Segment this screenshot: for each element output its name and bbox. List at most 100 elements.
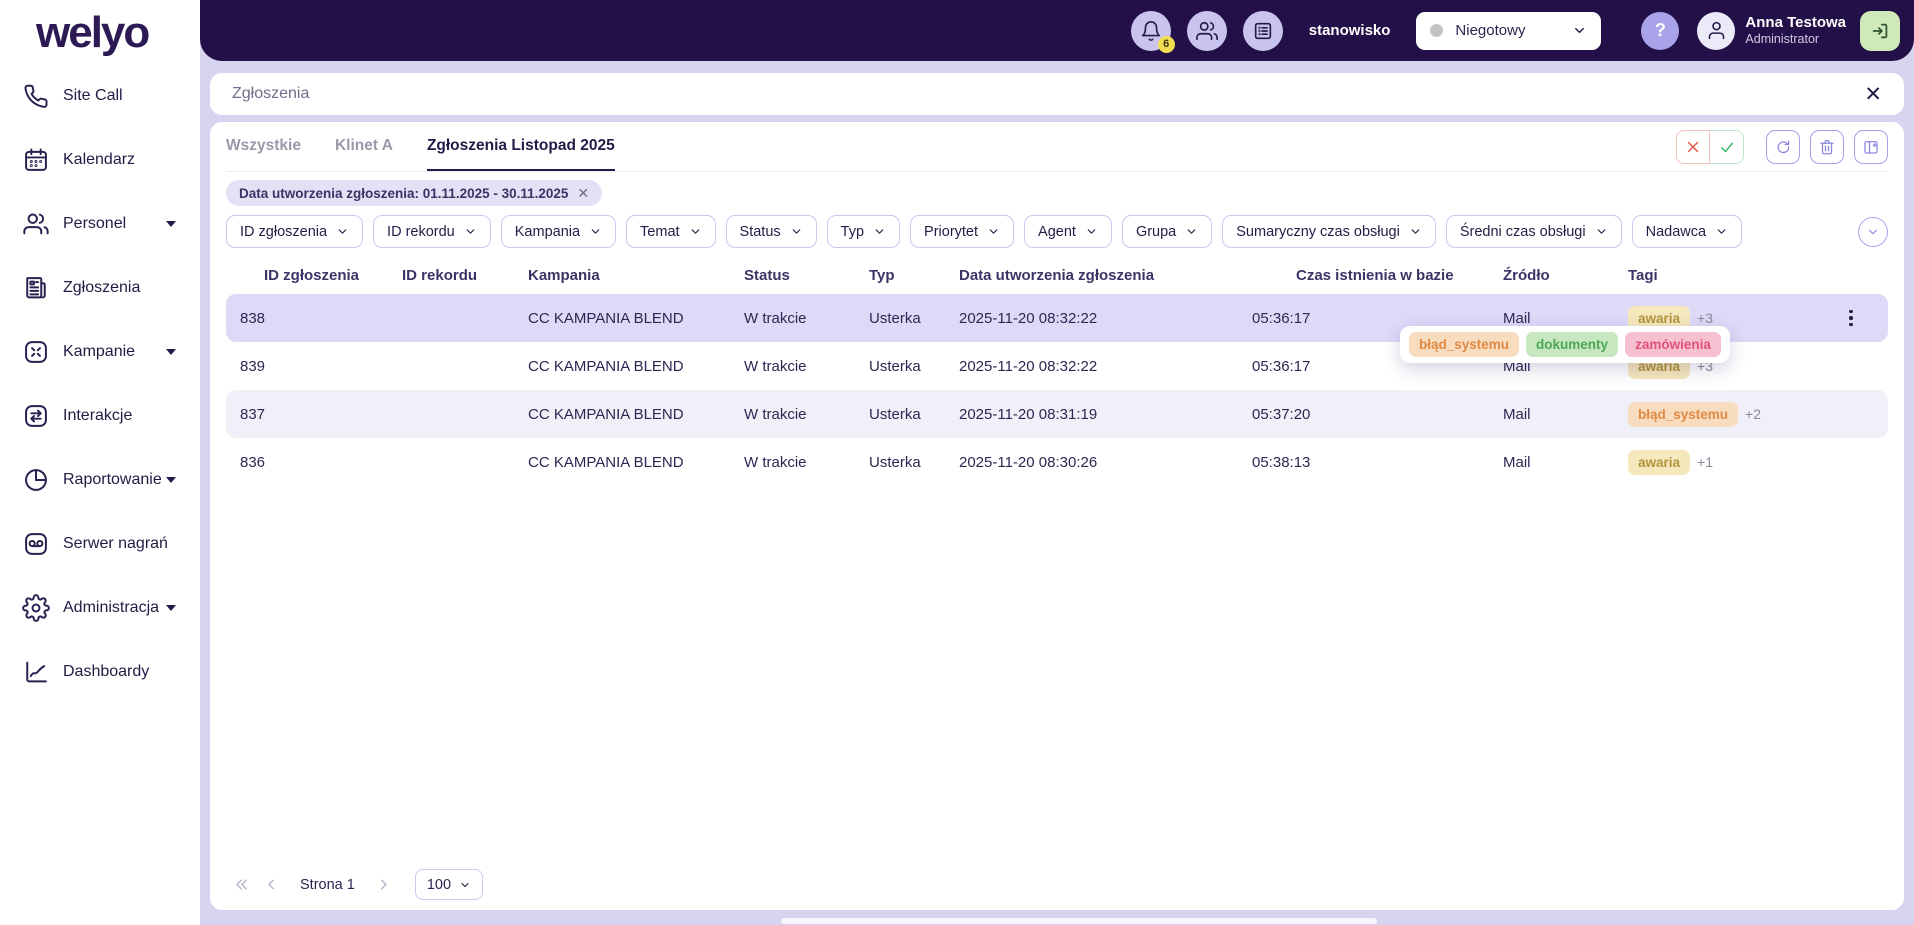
welyo-logo: welyo — [0, 0, 200, 58]
cell: W trakcie — [744, 454, 869, 471]
accept-button[interactable] — [1710, 130, 1744, 164]
notifications-badge: 6 — [1158, 36, 1175, 53]
sidebar-item-kalendarz[interactable]: Kalendarz — [22, 138, 200, 182]
tag-dokumenty[interactable]: dokumenty — [1526, 332, 1618, 357]
filter-typ[interactable]: Typ — [827, 215, 900, 248]
table-row-836[interactable]: 836CC KAMPANIA BLENDW trakcieUsterka2025… — [226, 438, 1888, 486]
tag-blad[interactable]: błąd_systemu — [1628, 402, 1738, 427]
columns-button[interactable] — [1854, 130, 1888, 164]
agents-button[interactable] — [1187, 11, 1227, 51]
avatar[interactable] — [1697, 12, 1735, 50]
check-icon — [1718, 138, 1736, 156]
tag-blad[interactable]: błąd_systemu — [1409, 332, 1519, 357]
status-dot — [1430, 24, 1443, 37]
filter-label: Typ — [841, 224, 864, 240]
chevron-down-icon — [1185, 225, 1198, 238]
sidebar-item-site-call[interactable]: Site Call — [22, 74, 200, 118]
first-page-button[interactable] — [226, 870, 256, 900]
caret-down-icon — [166, 605, 176, 611]
page-title: Zgłoszenia — [232, 85, 309, 103]
filter-id-rekordu[interactable]: ID rekordu — [373, 215, 491, 248]
sidebar-item-interakcje[interactable]: Interakcje — [22, 394, 200, 438]
filter-label: Status — [740, 224, 781, 240]
sidebar-item-administracja[interactable]: Administracja — [22, 586, 200, 630]
cell: Usterka — [869, 454, 959, 471]
cell: 05:36:17 — [1252, 310, 1503, 327]
cell: 05:37:20 — [1252, 406, 1503, 423]
agent-status-select[interactable]: Niegotowy — [1416, 12, 1601, 50]
table-row-837[interactable]: 837CC KAMPANIA BLENDW trakcieUsterka2025… — [226, 390, 1888, 438]
sidebar-item-serwer-nagrań[interactable]: Serwer nagrań — [22, 522, 200, 566]
filter-label: Sumaryczny czas obsługi — [1236, 224, 1400, 240]
people-icon — [22, 210, 50, 238]
filter-sumaryczny-czas-obsługi[interactable]: Sumaryczny czas obsługi — [1222, 215, 1436, 248]
sidebar-item-raportowanie[interactable]: Raportowanie — [22, 458, 200, 502]
cell: 837 — [226, 406, 402, 423]
row-menu-button[interactable] — [1836, 303, 1866, 333]
active-filter-row: Data utworzenia zgłoszenia: 01.11.2025 -… — [226, 180, 1888, 206]
filter-label: Temat — [640, 224, 680, 240]
next-page-button[interactable] — [369, 870, 399, 900]
horizontal-scrollbar[interactable] — [781, 918, 1377, 924]
more-tags-count[interactable]: +2 — [1745, 406, 1761, 422]
sidebar-nav: Site Call Kalendarz Personel Zgłoszenia Kamp… — [0, 74, 200, 694]
page-size-select[interactable]: 100 — [415, 869, 483, 900]
user-role: Administrator — [1745, 32, 1846, 47]
tabs-row: Wszystkie Klinet A Zgłoszenia Listopad 202… — [226, 122, 1888, 172]
column-header-tagi: Tagi — [1628, 267, 1824, 284]
cell: Usterka — [869, 358, 959, 375]
chevron-down-icon — [589, 225, 602, 238]
filter-temat[interactable]: Temat — [626, 215, 716, 248]
sidebar-item-label: Serwer nagrań — [63, 535, 168, 553]
help-button[interactable]: ? — [1641, 12, 1679, 50]
sidebar-item-dashboardy[interactable]: Dashboardy — [22, 650, 200, 694]
close-page-icon[interactable]: ✕ — [1864, 84, 1882, 105]
expand-filters-button[interactable] — [1858, 217, 1888, 247]
pie-icon — [22, 466, 50, 494]
page-size-value: 100 — [427, 877, 451, 893]
user-name: Anna Testowa — [1745, 14, 1846, 32]
notifications-button[interactable]: 6 — [1131, 11, 1171, 51]
cell: W trakcie — [744, 310, 869, 327]
filter-status[interactable]: Status — [726, 215, 817, 248]
filter-średni-czas-obsługi[interactable]: Średni czas obsługi — [1446, 215, 1622, 248]
tab-wszystkie[interactable]: Wszystkie — [226, 122, 301, 171]
filter-label: ID rekordu — [387, 224, 455, 240]
filter-id-zgłoszenia[interactable]: ID zgłoszenia — [226, 215, 363, 248]
logout-button[interactable] — [1860, 11, 1900, 51]
more-tags-count[interactable]: +3 — [1697, 310, 1713, 326]
cell: CC KAMPANIA BLEND — [528, 358, 744, 375]
tag-zamowienia[interactable]: zamówienia — [1625, 332, 1721, 357]
cell: 838 — [226, 310, 402, 327]
reject-button[interactable] — [1676, 130, 1710, 164]
cell: Usterka — [869, 406, 959, 423]
filter-priorytet[interactable]: Priorytet — [910, 215, 1014, 248]
tab-zgloszenia-listopad-2025[interactable]: Zgłoszenia Listopad 2025 — [427, 122, 615, 171]
caret-down-icon — [166, 477, 176, 483]
tickets-table: ID zgłoszeniaID rekorduKampaniaStatusTyp… — [226, 256, 1888, 486]
column-header-kampania: Kampania — [528, 267, 744, 284]
sidebar-item-zgłoszenia[interactable]: Zgłoszenia — [22, 266, 200, 310]
sidebar: welyo Site Call Kalendarz Personel Zgłoszen… — [0, 0, 200, 925]
x-icon — [1684, 138, 1702, 156]
tab-klinet-a[interactable]: Klinet A — [335, 122, 393, 171]
filter-kampania[interactable]: Kampania — [501, 215, 616, 248]
sidebar-item-kampanie[interactable]: Kampanie — [22, 330, 200, 374]
forms-button[interactable] — [1243, 11, 1283, 51]
sidebar-item-label: Zgłoszenia — [63, 279, 140, 297]
refresh-button[interactable] — [1766, 130, 1800, 164]
date-filter-chip[interactable]: Data utworzenia zgłoszenia: 01.11.2025 -… — [226, 180, 602, 206]
delete-button[interactable] — [1810, 130, 1844, 164]
top-header-bar: 6 stanowisko Niegotowy ? Anna Testowa Ad… — [200, 0, 1914, 61]
filter-agent[interactable]: Agent — [1024, 215, 1112, 248]
prev-page-button[interactable] — [256, 870, 286, 900]
column-header-źródło: Źródło — [1503, 267, 1628, 284]
calendar-icon — [22, 146, 50, 174]
more-tags-count[interactable]: +1 — [1697, 454, 1713, 470]
tag-awaria[interactable]: awaria — [1628, 450, 1690, 475]
columns-icon — [1862, 138, 1880, 156]
remove-date-filter-icon[interactable]: ✕ — [577, 185, 589, 202]
filter-grupa[interactable]: Grupa — [1122, 215, 1212, 248]
sidebar-item-personel[interactable]: Personel — [22, 202, 200, 246]
filter-nadawca[interactable]: Nadawca — [1632, 215, 1742, 248]
